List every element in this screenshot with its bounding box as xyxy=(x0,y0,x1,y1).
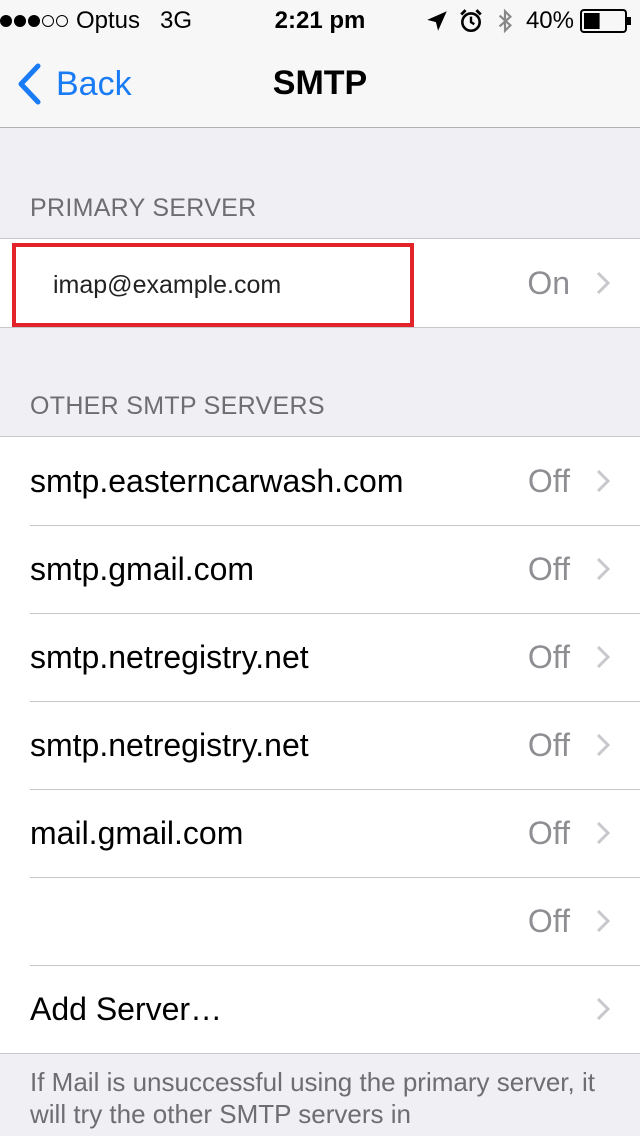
primary-server-group: imap@example.com On xyxy=(0,238,640,328)
chevron-right-icon xyxy=(596,733,610,757)
server-status: Off xyxy=(527,815,570,851)
smtp-server-row[interactable]: smtp.netregistry.net Off xyxy=(0,613,640,701)
primary-server-header: PRIMARY SERVER xyxy=(30,194,257,222)
other-servers-group: smtp.easterncarwash.com Off smtp.gmail.c… xyxy=(0,436,640,1054)
smtp-server-row[interactable]: smtp.netregistry.net Off xyxy=(0,701,640,789)
chevron-right-icon xyxy=(596,645,610,669)
other-servers-header: OTHER SMTP SERVERS xyxy=(30,392,325,420)
alarm-icon xyxy=(460,9,482,33)
chevron-right-icon xyxy=(596,469,610,493)
server-name: smtp.gmail.com xyxy=(30,551,255,587)
status-bar: Optus 3G 2:21 pm 40% xyxy=(0,0,640,40)
server-name: smtp.netregistry.net xyxy=(30,639,309,675)
primary-server-status: On xyxy=(527,265,570,301)
battery-percentage: 40% xyxy=(525,7,574,34)
smtp-server-row[interactable]: Off xyxy=(0,877,640,965)
smtp-server-row[interactable]: smtp.gmail.com Off xyxy=(0,525,640,613)
smtp-server-row[interactable]: smtp.easterncarwash.com Off xyxy=(0,437,640,525)
page-title: SMTP xyxy=(272,64,368,102)
server-status: Off xyxy=(527,639,570,675)
add-server-row[interactable]: Add Server… xyxy=(0,965,640,1053)
server-status: Off xyxy=(527,727,570,763)
navigation-bar: Back SMTP xyxy=(0,40,640,128)
server-status: Off xyxy=(527,903,570,939)
smtp-server-row[interactable]: mail.gmail.com Off xyxy=(0,789,640,877)
chevron-right-icon xyxy=(596,909,610,933)
server-name: mail.gmail.com xyxy=(30,815,244,851)
chevron-right-icon xyxy=(596,821,610,845)
chevron-right-icon xyxy=(596,271,610,295)
server-name: smtp.easterncarwash.com xyxy=(30,463,404,499)
location-arrow-icon xyxy=(427,11,447,31)
add-server-label: Add Server… xyxy=(30,991,223,1027)
server-status: Off xyxy=(527,463,570,499)
server-status: Off xyxy=(527,551,570,587)
chevron-right-icon xyxy=(596,557,610,581)
chevron-right-icon xyxy=(596,997,610,1021)
server-name: smtp.netregistry.net xyxy=(30,727,309,763)
primary-server-row[interactable]: imap@example.com On xyxy=(0,239,640,327)
primary-server-label: imap@example.com xyxy=(53,271,282,299)
footer-description: If Mail is unsuccessful using the primar… xyxy=(30,1067,595,1129)
bluetooth-icon xyxy=(498,8,512,34)
battery-icon xyxy=(580,9,631,33)
